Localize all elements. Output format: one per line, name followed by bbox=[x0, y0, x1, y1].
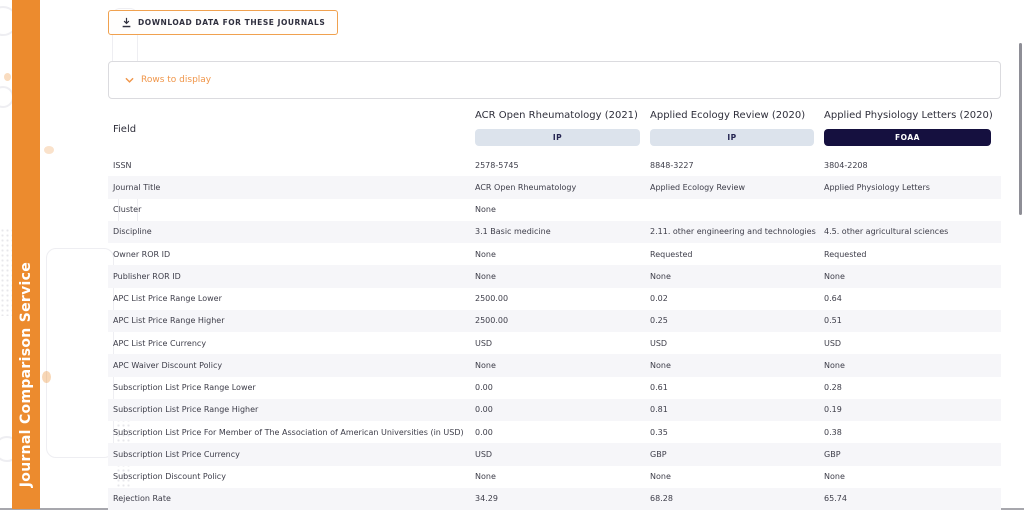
rows-to-display-label: Rows to display bbox=[141, 75, 212, 85]
journal-column-header: ACR Open Rheumatology (2021) IP bbox=[475, 105, 650, 154]
field-cell: Subscription List Price For Member of Th… bbox=[113, 427, 464, 437]
value-cell: 2500.00 bbox=[475, 316, 509, 326]
value-cell: None bbox=[475, 472, 496, 482]
value-cell: 65.74 bbox=[824, 494, 847, 504]
journal-column-header: Applied Physiology Letters (2020) FOAA bbox=[824, 105, 1001, 154]
field-cell: Subscription List Price Currency bbox=[113, 449, 240, 459]
main-content: DOWNLOAD DATA FOR THESE JOURNALS Rows to… bbox=[0, 0, 1024, 515]
field-cell: Subscription Discount Policy bbox=[113, 472, 226, 482]
value-cell: None bbox=[650, 271, 671, 281]
value-cell: GBP bbox=[650, 449, 667, 459]
status-badge: IP bbox=[650, 129, 814, 146]
value-cell: Requested bbox=[650, 249, 693, 259]
value-cell: 0.02 bbox=[650, 294, 668, 304]
table-row: APC List Price Currency USD USD USD bbox=[108, 332, 1001, 354]
field-cell: APC Waiver Discount Policy bbox=[113, 360, 223, 370]
journal-column-header: Applied Ecology Review (2020) IP bbox=[650, 105, 824, 154]
table-body: ISSN 2578-5745 8848-3227 3804-2208 Journal T… bbox=[108, 154, 1001, 510]
value-cell: 3804-2208 bbox=[824, 160, 868, 170]
value-cell: 0.64 bbox=[824, 294, 842, 304]
status-badge: IP bbox=[475, 129, 640, 146]
table-row: ISSN 2578-5745 8848-3227 3804-2208 bbox=[108, 154, 1001, 176]
value-cell: 0.19 bbox=[824, 405, 842, 415]
field-cell: Publisher ROR ID bbox=[113, 271, 181, 281]
value-cell: None bbox=[824, 472, 845, 482]
value-cell: USD bbox=[824, 338, 842, 348]
value-cell: None bbox=[475, 271, 496, 281]
status-badge: FOAA bbox=[824, 129, 991, 146]
table-row: Subscription List Price For Member of Th… bbox=[108, 421, 1001, 443]
value-cell: 34.29 bbox=[475, 494, 498, 504]
value-cell: 0.38 bbox=[824, 427, 842, 437]
table-row: Owner ROR ID None Requested Requested bbox=[108, 243, 1001, 265]
value-cell: None bbox=[650, 472, 671, 482]
vertical-scrollbar[interactable] bbox=[1019, 43, 1022, 215]
download-button-label: DOWNLOAD DATA FOR THESE JOURNALS bbox=[138, 18, 326, 27]
value-cell: None bbox=[475, 249, 496, 259]
field-cell: Owner ROR ID bbox=[113, 249, 171, 259]
table-row: APC List Price Range Lower 2500.00 0.02 0.6… bbox=[108, 288, 1001, 310]
field-cell: Subscription List Price Range Lower bbox=[113, 383, 256, 393]
field-cell: Discipline bbox=[113, 227, 152, 237]
value-cell: 2500.00 bbox=[475, 294, 509, 304]
download-icon bbox=[121, 17, 132, 28]
table-row: Publisher ROR ID None None None bbox=[108, 265, 1001, 288]
value-cell: USD bbox=[475, 449, 493, 459]
chevron-down-icon bbox=[125, 76, 134, 85]
table-row: Cluster None bbox=[108, 199, 1001, 221]
download-data-button[interactable]: DOWNLOAD DATA FOR THESE JOURNALS bbox=[108, 10, 339, 35]
table-header: Field ACR Open Rheumatology (2021) IP Ap… bbox=[108, 105, 1001, 154]
table-row: Discipline 3.1 Basic medicine 2.11. other … bbox=[108, 220, 1001, 243]
value-cell: None bbox=[824, 360, 845, 370]
table-row: Rejection Rate 34.29 68.28 65.74 bbox=[108, 487, 1001, 510]
field-cell: ISSN bbox=[113, 160, 132, 170]
value-cell: Requested bbox=[824, 249, 867, 259]
field-cell: Rejection Rate bbox=[113, 494, 171, 504]
field-cell: Journal Title bbox=[113, 182, 161, 192]
value-cell: 3.1 Basic medicine bbox=[475, 227, 551, 237]
value-cell: 2578-5745 bbox=[475, 160, 519, 170]
field-column-header: Field bbox=[113, 124, 137, 135]
field-cell: Subscription List Price Range Higher bbox=[113, 405, 259, 415]
value-cell: 0.28 bbox=[824, 383, 842, 393]
journal-name: Applied Ecology Review (2020) bbox=[650, 110, 806, 121]
value-cell: Applied Physiology Letters bbox=[824, 182, 930, 192]
value-cell: None bbox=[475, 205, 496, 215]
value-cell: 68.28 bbox=[650, 494, 673, 504]
field-cell: APC List Price Currency bbox=[113, 338, 207, 348]
journal-comparison-table: Field ACR Open Rheumatology (2021) IP Ap… bbox=[108, 105, 1001, 510]
value-cell: None bbox=[475, 360, 496, 370]
table-row: Subscription List Price Range Lower 0.00 0… bbox=[108, 377, 1001, 399]
table-row: Journal Title ACR Open Rheumatology Applie… bbox=[108, 176, 1001, 199]
table-row: Subscription List Price Currency USD GBP GB… bbox=[108, 443, 1001, 466]
value-cell: None bbox=[650, 360, 671, 370]
rows-to-display-toggle[interactable]: Rows to display bbox=[108, 61, 1001, 99]
value-cell: 0.00 bbox=[475, 427, 493, 437]
value-cell: USD bbox=[650, 338, 668, 348]
table-row: APC List Price Range Higher 2500.00 0.25 0.… bbox=[108, 309, 1001, 332]
value-cell: GBP bbox=[824, 449, 841, 459]
value-cell: 0.35 bbox=[650, 427, 668, 437]
value-cell: ACR Open Rheumatology bbox=[475, 182, 577, 192]
value-cell: USD bbox=[475, 338, 493, 348]
field-cell: APC List Price Range Higher bbox=[113, 316, 225, 326]
value-cell: 8848-3227 bbox=[650, 160, 694, 170]
value-cell: 4.5. other agricultural sciences bbox=[824, 227, 949, 237]
value-cell: 2.11. other engineering and technologies bbox=[650, 227, 816, 237]
value-cell: 0.81 bbox=[650, 405, 668, 415]
value-cell: 0.00 bbox=[475, 405, 493, 415]
value-cell: 0.51 bbox=[824, 316, 842, 326]
value-cell: None bbox=[824, 271, 845, 281]
journal-name: Applied Physiology Letters (2020) bbox=[824, 110, 993, 121]
value-cell: 0.61 bbox=[650, 383, 668, 393]
table-row: Subscription Discount Policy None None None bbox=[108, 466, 1001, 488]
journal-name: ACR Open Rheumatology (2021) bbox=[475, 110, 638, 121]
value-cell: 0.00 bbox=[475, 383, 493, 393]
table-row: APC Waiver Discount Policy None None None bbox=[108, 354, 1001, 377]
field-cell: Cluster bbox=[113, 205, 142, 215]
value-cell: Applied Ecology Review bbox=[650, 182, 745, 192]
field-cell: APC List Price Range Lower bbox=[113, 294, 222, 304]
table-row: Subscription List Price Range Higher 0.00… bbox=[108, 398, 1001, 421]
value-cell: 0.25 bbox=[650, 316, 668, 326]
